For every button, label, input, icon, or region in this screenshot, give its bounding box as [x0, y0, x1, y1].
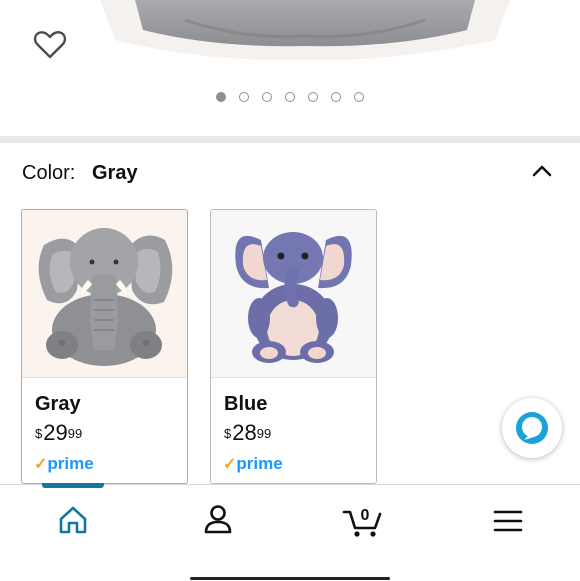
- home-icon: [59, 506, 87, 534]
- blue-elephant-image: [211, 210, 376, 378]
- nav-home[interactable]: [53, 500, 93, 540]
- gray-elephant-image: [22, 210, 187, 378]
- prime-check-icon: ✓: [223, 456, 237, 473]
- price-currency: $: [35, 426, 43, 441]
- price-fraction: 99: [256, 426, 272, 441]
- color-label: Color:: [22, 162, 76, 184]
- prime-badge: ✓ prime: [34, 454, 94, 474]
- price-whole: 28: [232, 420, 257, 445]
- price-whole: 29: [43, 420, 68, 445]
- selected-color-value: Gray: [92, 162, 138, 184]
- alexa-icon: [516, 412, 548, 444]
- color-option-name: Blue: [224, 393, 268, 415]
- menu-icon: [493, 510, 523, 532]
- carousel-dot[interactable]: [331, 92, 341, 102]
- bottom-navigation: 0: [0, 483, 580, 581]
- chevron-up-icon[interactable]: [530, 160, 554, 180]
- cart-icon: 0: [342, 507, 382, 537]
- cart-count: 0: [361, 507, 370, 524]
- carousel-dot[interactable]: [354, 92, 364, 102]
- heart-icon[interactable]: [30, 24, 70, 64]
- prime-label: prime: [236, 454, 283, 473]
- price: $2999: [35, 422, 82, 444]
- carousel-dot[interactable]: [262, 92, 272, 102]
- account-icon: [204, 505, 232, 534]
- prime-label: prime: [47, 454, 94, 473]
- carousel-dot[interactable]: [285, 92, 295, 102]
- price-currency: $: [224, 426, 232, 441]
- product-image-carousel[interactable]: [0, 0, 580, 135]
- nav-cart[interactable]: 0: [342, 500, 386, 540]
- carousel-dot[interactable]: [239, 92, 249, 102]
- color-option-name: Gray: [35, 393, 81, 415]
- prime-check-icon: ✓: [34, 456, 48, 473]
- color-option-gray[interactable]: Gray $2999 ✓ prime: [21, 209, 188, 484]
- variation-header[interactable]: Color: Gray: [22, 160, 562, 190]
- price-fraction: 99: [67, 426, 83, 441]
- active-tab-indicator: [42, 483, 104, 488]
- color-option-blue[interactable]: Blue $2899 ✓ prime: [210, 209, 377, 484]
- price: $2899: [224, 422, 271, 444]
- carousel-dot[interactable]: [308, 92, 318, 102]
- prime-badge: ✓ prime: [223, 454, 283, 474]
- carousel-pagination: [0, 92, 580, 106]
- nav-account[interactable]: [198, 500, 238, 540]
- nav-menu[interactable]: [488, 500, 528, 540]
- alexa-button[interactable]: [502, 398, 562, 458]
- section-divider: [0, 136, 580, 143]
- product-image[interactable]: [95, 0, 515, 62]
- carousel-dot[interactable]: [216, 92, 226, 102]
